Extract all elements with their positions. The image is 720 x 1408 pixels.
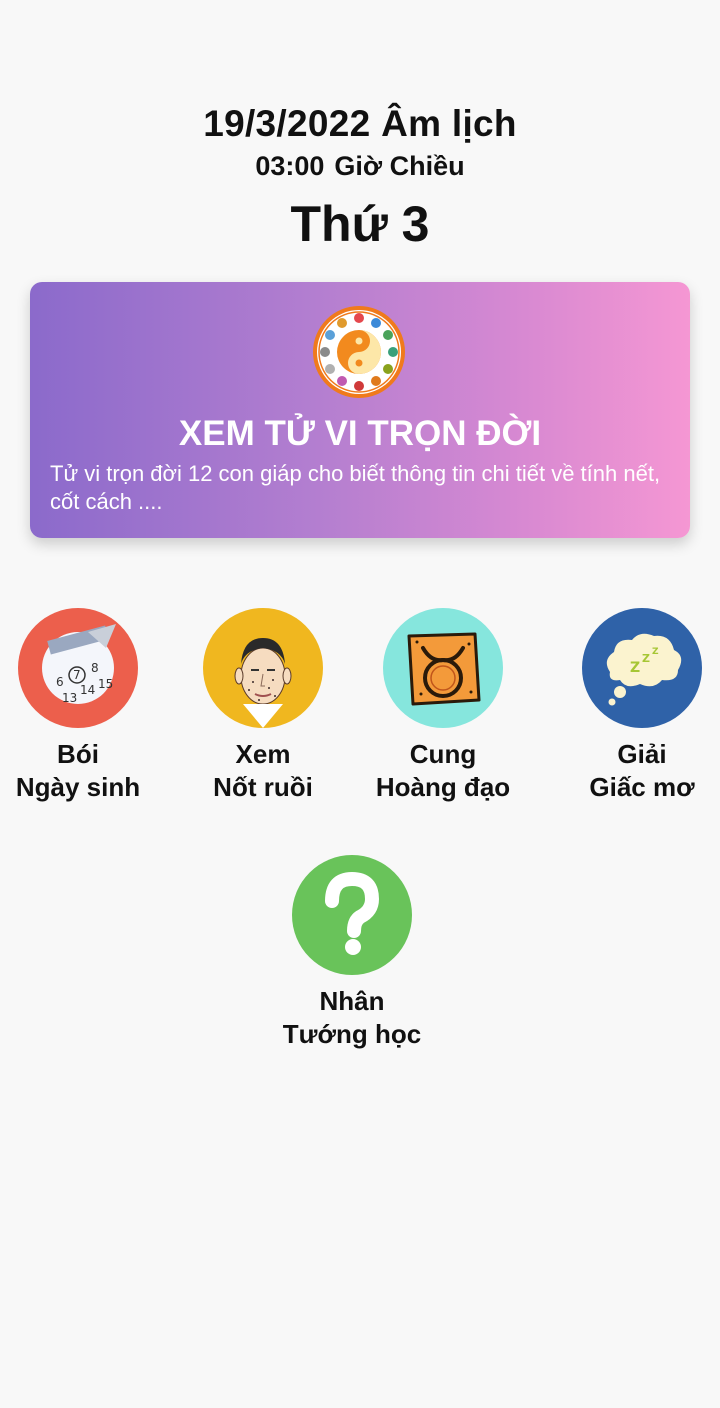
svg-text:14: 14: [80, 683, 95, 697]
svg-text:Z: Z: [630, 660, 640, 676]
feature-nhan-tuong-hoc[interactable]: Nhân Tướng học: [262, 855, 442, 1051]
svg-text:Z: Z: [642, 652, 650, 665]
feature-label: Nhân Tướng học: [282, 986, 422, 1049]
weekday: Thứ 3: [290, 196, 430, 252]
feature-label: Cung Hoàng đạo: [375, 739, 511, 802]
svg-text:15: 15: [98, 677, 113, 691]
svg-text:6: 6: [56, 675, 64, 689]
question-mark-icon: [292, 855, 412, 975]
dream-cloud-icon: Z Z Z: [582, 608, 702, 728]
yin-yang-zodiac-icon: [311, 304, 407, 400]
tu-vi-banner-card[interactable]: XEM TỬ VI TRỌN ĐỜI Tử vi trọn đời 12 con…: [30, 282, 690, 538]
lunar-date: 19/3/2022 Âm lịch: [203, 103, 517, 144]
feature-giai-giac-mo[interactable]: Z Z Z Giải Giấc mơ: [552, 608, 720, 804]
time-line: 03:00 Giờ Chiều: [0, 148, 720, 184]
calendar-icon: 6 7 8 13 14 15: [18, 608, 138, 728]
banner-description: Tử vi trọn đời 12 con giáp cho biết thôn…: [50, 461, 661, 514]
feature-label: Bói Ngày sinh: [15, 739, 141, 802]
time-value: 03:00: [255, 151, 325, 181]
feature-cung-hoang-dao[interactable]: Cung Hoàng đạo: [353, 608, 533, 804]
svg-text:Z: Z: [652, 647, 659, 657]
banner-title: XEM TỬ VI TRỌN ĐỜI: [178, 414, 542, 453]
time-period: Giờ Chiều: [334, 151, 465, 181]
feature-label: Xem Nốt ruồi: [213, 739, 313, 802]
feature-xem-not-ruoi[interactable]: Xem Nốt ruồi: [173, 608, 353, 804]
taurus-zodiac-icon: [383, 608, 503, 728]
svg-text:7: 7: [73, 668, 81, 682]
date-header: 19/3/2022 Âm lịch 03:00 Giờ Chiều Thứ 3: [0, 100, 720, 256]
svg-text:8: 8: [91, 661, 99, 675]
face-moles-icon: [203, 608, 323, 728]
svg-text:13: 13: [62, 691, 77, 705]
feature-boi-ngay-sinh[interactable]: 6 7 8 13 14 15 Bói Ngày sinh: [0, 608, 168, 804]
feature-label: Giải Giấc mơ: [589, 739, 695, 802]
